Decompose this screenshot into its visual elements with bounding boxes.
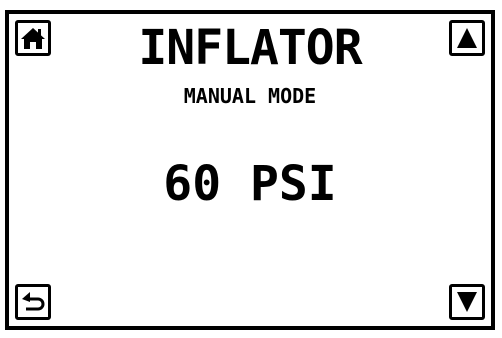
return-arrow-icon xyxy=(20,290,46,314)
decrease-button[interactable] xyxy=(449,284,485,320)
page-title: INFLATOR xyxy=(138,20,362,76)
inflator-screen: INFLATOR MANUAL MODE 60 PSI xyxy=(5,10,495,330)
back-button[interactable] xyxy=(15,284,51,320)
down-triangle-icon xyxy=(455,290,479,314)
mode-label: MANUAL MODE xyxy=(183,84,317,108)
pressure-readout: 60 PSI xyxy=(163,156,337,212)
